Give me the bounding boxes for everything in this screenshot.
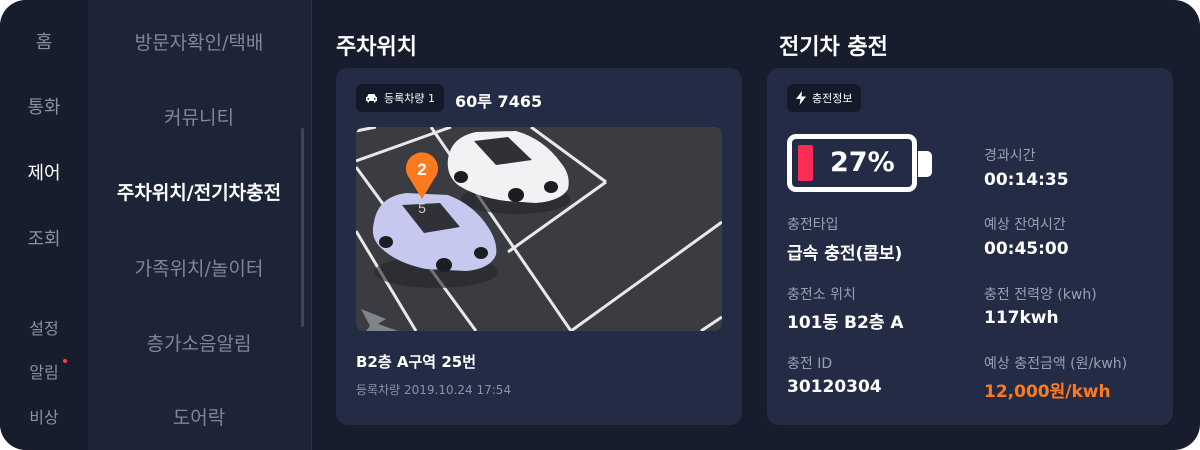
parking-lot-image: 2 5: [356, 127, 722, 331]
charging-info-label: 충전정보: [812, 92, 853, 105]
nav-item-call[interactable]: 통화: [0, 93, 88, 119]
charge-type-value: 급속 충전(콤보): [787, 244, 903, 264]
nav-item-emergency[interactable]: 비상: [0, 404, 88, 428]
battery-level-fill: [798, 145, 813, 181]
estimated-cost-value: 12,000원/kwh: [984, 382, 1111, 402]
submenu-item-noise[interactable]: 층가소음알림: [88, 329, 310, 356]
submenu-item-doorlock[interactable]: 도어락: [88, 403, 310, 430]
station-location-label: 충전소 위치: [787, 287, 856, 303]
remaining-time-value: 00:45:00: [984, 239, 1069, 259]
car-icon: [366, 94, 377, 103]
registered-vehicle-chip[interactable]: 등록차량 1: [356, 84, 444, 112]
submenu-item-community[interactable]: 커뮤니티: [88, 103, 310, 130]
submenu-item-family[interactable]: 가족위치/놀이터: [88, 254, 310, 281]
station-location-value: 101동 B2층 A: [787, 313, 904, 333]
estimated-cost-label: 예상 충전금액 (원/kwh): [984, 356, 1128, 372]
pin-number: 2: [417, 160, 426, 179]
sub-menu: 방문자확인/택배 커뮤니티 주차위치/전기차충전 가족위치/놀이터 층가소음알림…: [88, 0, 312, 450]
energy-amount-label: 충전 전력양 (kwh): [984, 287, 1097, 303]
charge-id-value: 30120304: [787, 377, 882, 397]
nav-item-lookup[interactable]: 조회: [0, 225, 88, 251]
main-nav: 홈 통화 제어 조회 설정 알림 비상: [0, 0, 88, 450]
submenu-scrollbar[interactable]: [301, 128, 304, 327]
nav-item-control[interactable]: 제어: [0, 159, 88, 185]
charge-id-label: 충전 ID: [787, 356, 833, 372]
elapsed-time-value: 00:14:35: [984, 170, 1069, 190]
remaining-time-label: 예상 잔여시간: [984, 217, 1066, 233]
nav-item-notifications[interactable]: 알림: [0, 359, 88, 383]
parking-location: B2층 A구역 25번: [356, 353, 476, 371]
spot-number: 5: [418, 200, 426, 216]
battery-cap: [918, 151, 932, 177]
registered-vehicle-label: 등록차량 1: [384, 92, 435, 105]
submenu-item-parking[interactable]: 주차위치/전기차충전: [88, 178, 310, 205]
nav-item-settings[interactable]: 설정: [0, 315, 88, 339]
submenu-item-visitor[interactable]: 방문자확인/택배: [88, 28, 310, 55]
nav-item-home[interactable]: 홈: [0, 28, 88, 54]
charging-title: 전기차 충전: [779, 35, 888, 60]
lightning-icon: [796, 91, 806, 105]
charge-type-label: 충전타입: [787, 217, 839, 233]
license-plate: 60루 7465: [455, 92, 543, 111]
charging-info-chip[interactable]: 충전정보: [787, 84, 862, 112]
energy-amount-value: 117kwh: [984, 308, 1059, 328]
notification-badge: [63, 359, 67, 363]
battery-percent: 27%: [830, 147, 895, 178]
elapsed-time-label: 경과시간: [984, 148, 1036, 164]
parking-title: 주차위치: [336, 35, 417, 60]
registered-timestamp: 등록차량 2019.10.24 17:54: [356, 383, 512, 397]
app-frame: 홈 통화 제어 조회 설정 알림 비상 방문자확인/택배 커뮤니티 주차위치/전…: [0, 0, 1200, 450]
